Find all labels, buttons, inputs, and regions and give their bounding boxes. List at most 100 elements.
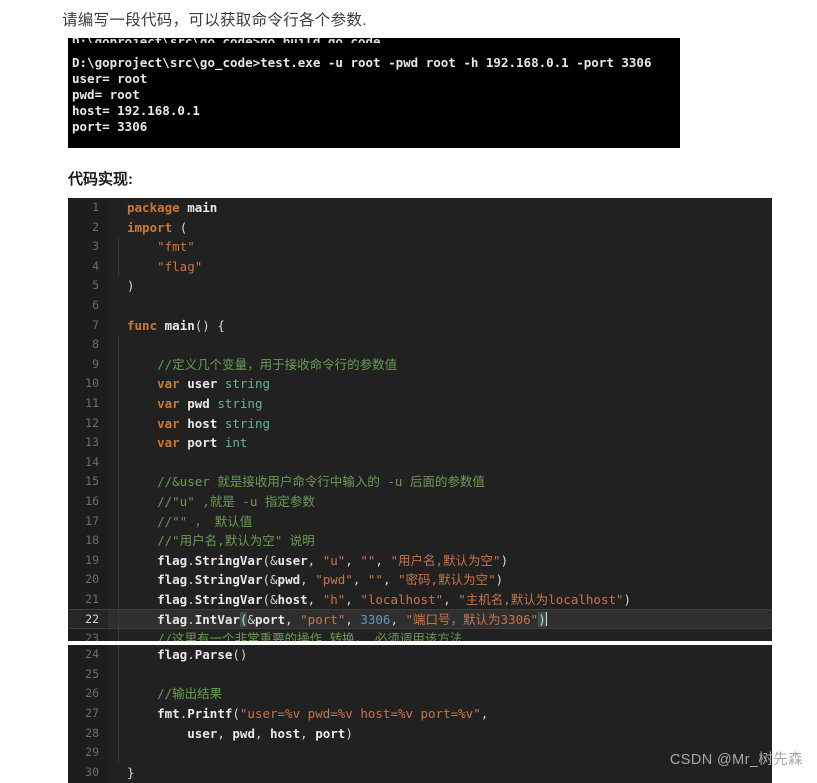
code-line-text[interactable]: ) — [119, 276, 772, 296]
section-heading-code: 代码实现: — [68, 171, 133, 188]
code-line-text[interactable]: user, pwd, host, port) — [119, 724, 772, 744]
code-line-text[interactable]: flag.StringVar(&host, "h", "localhost", … — [119, 590, 772, 610]
code-line-row[interactable]: 10 var user string — [68, 374, 772, 394]
code-line-row[interactable]: 2 import ( — [68, 217, 772, 238]
terminal-command-line: D:\goproject\src\go_code>test.exe -u roo… — [72, 55, 652, 70]
code-line-row[interactable]: 11 var pwd string — [68, 393, 772, 414]
code-line-text[interactable]: func main() { — [119, 316, 772, 336]
code-line-text[interactable]: fmt.Printf("user=%v pwd=%v host=%v port=… — [119, 704, 772, 724]
line-number: 28 — [68, 723, 108, 744]
terminal-line-pwd: pwd= root — [72, 87, 140, 102]
code-line-text[interactable]: //这里有一个非常重要的操作,转换， 必须调用该方法 — [119, 629, 772, 641]
line-number: 15 — [68, 472, 108, 492]
code-line-row[interactable]: 8 — [68, 335, 772, 355]
line-number: 4 — [68, 256, 108, 277]
terminal-line-port: port= 3306 — [72, 119, 148, 134]
code-line-text[interactable]: //"" ， 默认值 — [119, 512, 772, 532]
terminal-line-clipped: D:\goproject\src\go_code>go build go_cod… — [68, 38, 680, 43]
line-number: 8 — [68, 335, 108, 355]
code-line-text[interactable] — [119, 335, 772, 355]
code-line-text[interactable] — [119, 743, 772, 763]
code-line-row[interactable]: 24 flag.Parse() — [68, 645, 772, 665]
code-editor-panel-top[interactable]: 1 package main 2 import (3 "fmt" 4 "flag" 5) 6… — [68, 198, 772, 641]
line-number: 20 — [68, 570, 108, 590]
code-line-row[interactable]: 1 package main — [68, 198, 772, 218]
code-line-row[interactable]: 4 "flag" — [68, 256, 772, 277]
code-line-row[interactable]: 5) — [68, 276, 772, 296]
code-line-text[interactable]: flag.IntVar(&port, "port", 3306, "端口号，默认… — [119, 610, 772, 628]
code-line-text[interactable]: flag.StringVar(&pwd, "pwd", "", "密码,默认为空… — [119, 570, 772, 590]
code-line-text[interactable]: flag.StringVar(&user, "u", "", "用户名,默认为空… — [119, 551, 772, 571]
line-number: 3 — [68, 237, 108, 257]
line-number: 11 — [68, 393, 108, 414]
code-line-row[interactable]: 20 flag.StringVar(&pwd, "pwd", "", "密码,默… — [68, 570, 772, 590]
code-line-row[interactable]: 13 var port int — [68, 433, 772, 453]
line-number: 17 — [68, 511, 108, 532]
line-number: 16 — [68, 491, 108, 512]
line-number: 24 — [68, 645, 108, 665]
code-line-row[interactable]: 23 //这里有一个非常重要的操作,转换， 必须调用该方法 — [68, 629, 772, 641]
code-line-text[interactable]: var user string — [119, 374, 772, 394]
code-line-row[interactable]: 17 //"" ， 默认值 — [68, 511, 772, 532]
code-line-row[interactable]: 18 //"用户名,默认为空" 说明 — [68, 531, 772, 551]
code-line-text[interactable]: //输出结果 — [119, 684, 772, 704]
code-line-text[interactable]: import ( — [119, 218, 772, 238]
line-number: 30 — [68, 763, 108, 783]
code-editor-panel-bottom[interactable]: 24 flag.Parse() 25 26 //输出结果 27 fmt.Printf… — [68, 645, 772, 783]
line-number: 14 — [68, 452, 108, 473]
line-number: 21 — [68, 589, 108, 610]
code-line-row[interactable]: 12 var host string — [68, 413, 772, 434]
code-line-text[interactable] — [119, 453, 772, 473]
code-line-row[interactable]: 16 //"u" ,就是 -u 指定参数 — [68, 491, 772, 512]
code-line-text[interactable]: } — [119, 763, 772, 783]
code-line-row[interactable]: 9 //定义几个变量，用于接收命令行的参数值 — [68, 354, 772, 375]
line-number: 25 — [68, 664, 108, 685]
code-line-row[interactable]: 21 flag.StringVar(&host, "h", "localhost… — [68, 589, 772, 610]
line-number: 26 — [68, 684, 108, 705]
code-line-row[interactable]: 14 — [68, 452, 772, 473]
code-line-row[interactable]: 19 flag.StringVar(&user, "u", "", "用户名,默… — [68, 550, 772, 571]
line-number: 23 — [68, 629, 108, 641]
line-number: 2 — [68, 217, 108, 238]
line-number: 1 — [68, 198, 108, 218]
line-number: 5 — [68, 276, 108, 296]
code-line-row[interactable]: 27 fmt.Printf("user=%v pwd=%v host=%v po… — [68, 704, 772, 724]
code-line-text[interactable]: //定义几个变量，用于接收命令行的参数值 — [119, 355, 772, 375]
line-number: 7 — [68, 315, 108, 336]
code-line-row[interactable]: 28 user, pwd, host, port) — [68, 723, 772, 744]
code-line-text[interactable]: flag.Parse() — [119, 645, 772, 665]
code-line-text[interactable]: //"u" ,就是 -u 指定参数 — [119, 492, 772, 512]
code-line-row[interactable]: 29 — [68, 743, 772, 764]
code-line-text[interactable]: var host string — [119, 414, 772, 434]
code-line-text[interactable]: //&user 就是接收用户命令行中输入的 -u 后面的参数值 — [119, 472, 772, 492]
code-line-text[interactable] — [119, 665, 772, 685]
code-line-text[interactable]: var pwd string — [119, 394, 772, 414]
code-line-row[interactable]: 3 "fmt" — [68, 237, 772, 257]
line-number: 10 — [68, 374, 108, 394]
code-line-text[interactable]: var port int — [119, 433, 772, 453]
line-number: 6 — [68, 295, 108, 316]
line-number: 29 — [68, 743, 108, 764]
code-line-text[interactable]: package main — [119, 198, 772, 218]
code-line-row[interactable]: 26 //输出结果 — [68, 684, 772, 705]
code-line-row[interactable]: 22 flag.IntVar(&port, "port", 3306, "端口号… — [68, 609, 772, 630]
code-line-row[interactable]: 30} — [68, 763, 772, 783]
code-line-text[interactable] — [119, 296, 772, 316]
line-number: 27 — [68, 704, 108, 724]
code-line-row[interactable]: 15 //&user 就是接收用户命令行中输入的 -u 后面的参数值 — [68, 472, 772, 492]
line-number: 12 — [68, 413, 108, 434]
code-line-text[interactable]: "fmt" — [119, 237, 772, 257]
code-line-row[interactable]: 6 — [68, 295, 772, 316]
line-number: 9 — [68, 354, 108, 375]
terminal-line-host: host= 192.168.0.1 — [72, 103, 200, 118]
line-number: 13 — [68, 433, 108, 453]
terminal-line-user: user= root — [72, 71, 148, 86]
text-cursor — [545, 612, 547, 627]
line-number: 18 — [68, 531, 108, 551]
code-line-row[interactable]: 25 — [68, 664, 772, 685]
code-line-text[interactable]: "flag" — [119, 257, 772, 277]
prompt-question: 请编写一段代码，可以获取命令行各个参数. — [62, 12, 367, 29]
code-line-text[interactable]: //"用户名,默认为空" 说明 — [119, 531, 772, 551]
code-line-row[interactable]: 7 func main() { — [68, 315, 772, 336]
